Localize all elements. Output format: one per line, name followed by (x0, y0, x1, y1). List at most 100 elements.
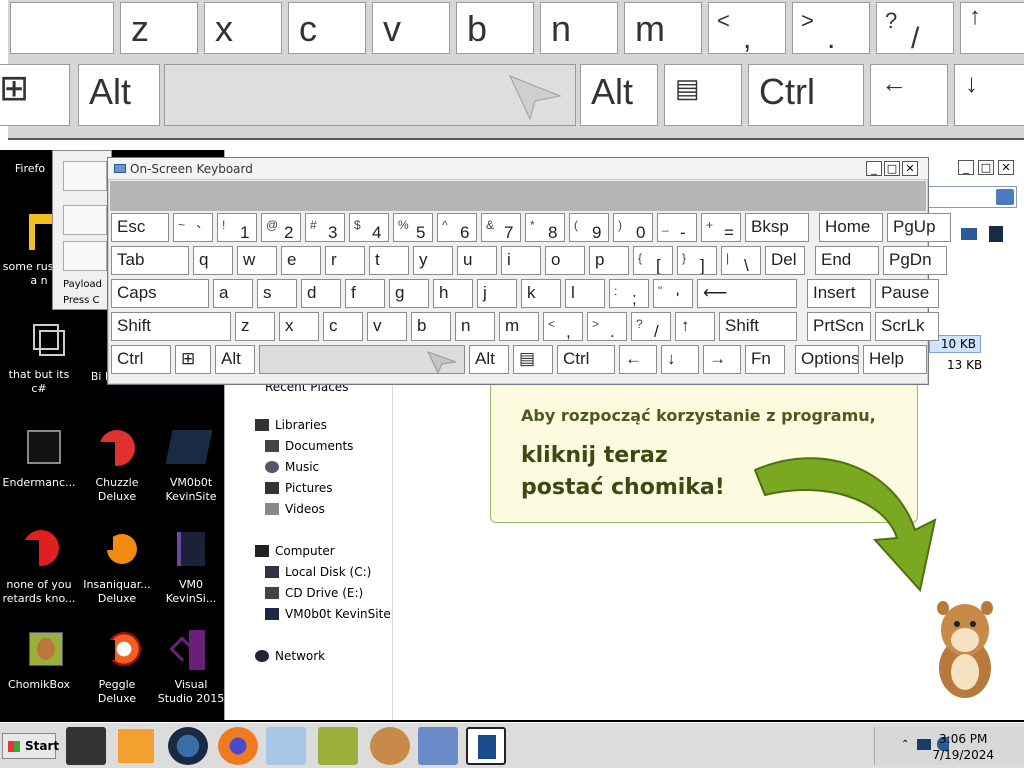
osk-key-del[interactable]: Del (765, 246, 805, 275)
osk-key-k[interactable]: k (521, 279, 561, 308)
osk-key-i[interactable]: i (501, 246, 541, 275)
big-key-comma[interactable]: < , (708, 2, 786, 54)
explorer-minimize-button[interactable]: _ (958, 160, 974, 175)
big-key-x[interactable]: x (204, 2, 282, 54)
osk-key-0-2[interactable]: ! 1 (217, 213, 257, 242)
osk-key-pgup[interactable]: PgUp (887, 213, 951, 242)
big-key-v[interactable]: v (372, 2, 450, 54)
osk-key-symbol[interactable]: ← (619, 345, 657, 374)
osk-key-1-13[interactable]: | \ (721, 246, 761, 275)
big-key-alt-left[interactable]: Alt (78, 64, 160, 126)
osk-key-home[interactable]: Home (819, 213, 883, 242)
big-key-slash[interactable]: ? / (876, 2, 954, 54)
osk-key-2-11[interactable]: " ' (653, 279, 693, 308)
preview-icon[interactable] (989, 226, 1003, 242)
osk-key-s[interactable]: s (257, 279, 297, 308)
osk-key-1-12[interactable]: }] (677, 246, 717, 275)
osk-key-c[interactable]: c (323, 312, 363, 341)
osk-key-0-4[interactable]: #3 (305, 213, 345, 242)
desktop-icon-none-of-you[interactable]: none of you retards kno... (0, 530, 78, 606)
osk-key-symbol[interactable]: → (703, 345, 741, 374)
osk-key-0-7[interactable]: ^ 6 (437, 213, 477, 242)
osk-key-g[interactable]: g (389, 279, 429, 308)
taskbar-app-terminal-icon[interactable] (66, 727, 106, 765)
big-key-b[interactable]: b (456, 2, 534, 54)
big-key-menu[interactable]: ▤ (664, 64, 742, 126)
osk-key-z[interactable]: z (235, 312, 275, 341)
osk-key-n[interactable]: n (455, 312, 495, 341)
tray-network-icon[interactable] (917, 739, 931, 750)
osk-key-help[interactable]: Help (863, 345, 927, 374)
osk-key-u[interactable]: u (457, 246, 497, 275)
osk-key-symbol[interactable]: ↓ (661, 345, 699, 374)
desktop-icon-visual-studio[interactable]: Visual Studio 2015 (156, 630, 226, 706)
osk-key-symbol[interactable]: ⟵ (697, 279, 797, 308)
big-key-up[interactable]: ↑ (960, 2, 1024, 54)
osk-key-fn[interactable]: Fn (745, 345, 785, 374)
nav-pictures[interactable]: Pictures (265, 481, 333, 495)
big-key-n[interactable]: n (540, 2, 618, 54)
start-button[interactable]: Start (2, 733, 59, 759)
osk-key-caps[interactable]: Caps (111, 279, 209, 308)
osk-key-o[interactable]: o (545, 246, 585, 275)
osk-minimize-button[interactable]: _ (866, 161, 882, 176)
osk-key-3-10[interactable]: ? / (631, 312, 671, 341)
nav-videos[interactable]: Videos (265, 502, 325, 516)
osk-key-3-9[interactable]: >. (587, 312, 627, 341)
taskbar-chomikbox-icon[interactable] (318, 727, 358, 765)
osk-key-0-6[interactable]: % 5 (393, 213, 433, 242)
taskbar-media-player-icon[interactable] (116, 727, 156, 765)
osk-key-ctrl[interactable]: Ctrl (111, 345, 171, 374)
big-key-period[interactable]: > . (792, 2, 870, 54)
desktop-icon-endermanc[interactable]: Endermanc... (0, 428, 78, 490)
explorer-maximize-button[interactable]: □ (978, 160, 994, 175)
osk-key-bksp[interactable]: Bksp (745, 213, 809, 242)
big-key-z[interactable]: z (120, 2, 198, 54)
osk-key-p[interactable]: p (589, 246, 629, 275)
taskbar-osk-icon[interactable] (418, 727, 458, 765)
osk-close-button[interactable]: ✕ (902, 161, 918, 176)
osk-key-symbol[interactable]: ▤ (513, 345, 553, 374)
dialog-button[interactable] (63, 241, 107, 271)
osk-key-0-1[interactable]: ~ ` (173, 213, 213, 242)
osk-key-1-11[interactable]: {[ (633, 246, 673, 275)
osk-key-pgdn[interactable]: PgDn (883, 246, 947, 275)
nav-computer[interactable]: Computer (255, 544, 335, 558)
nav-documents[interactable]: Documents (265, 439, 353, 453)
payload-dialog-window[interactable]: Payload Press C (52, 150, 112, 310)
desktop-icon-vm0b0t-kevinsite[interactable]: VM0b0t KevinSite (156, 428, 226, 504)
tray-chevron-up-icon[interactable]: ⌃ (901, 739, 909, 750)
osk-key-insert[interactable]: Insert (807, 279, 871, 308)
nav-vm0b0t-kevinsite[interactable]: VM0b0t KevinSite (265, 607, 391, 621)
osk-key-symbol[interactable]: ↑ (675, 312, 715, 341)
osk-key-0-12[interactable]: _ - (657, 213, 697, 242)
nav-cd-drive[interactable]: CD Drive (E:) (265, 586, 363, 600)
hamster-mascot-icon[interactable] (925, 590, 1005, 702)
taskbar-firefox-icon[interactable] (218, 727, 258, 765)
desktop-icon-peggle[interactable]: Peggle Deluxe (78, 630, 156, 706)
osk-key-shift[interactable]: Shift (719, 312, 797, 341)
osk-key-r[interactable]: r (325, 246, 365, 275)
osk-key-d[interactable]: d (301, 279, 341, 308)
osk-key-0-13[interactable]: + = (701, 213, 741, 242)
osk-key-e[interactable]: e (281, 246, 321, 275)
osk-key-0-8[interactable]: & 7 (481, 213, 521, 242)
big-key-win[interactable]: ⊞ (0, 64, 70, 126)
dialog-button[interactable] (63, 205, 107, 235)
taskbar-active-window-icon[interactable] (466, 727, 506, 765)
osk-key-h[interactable]: h (433, 279, 473, 308)
desktop-icon-firefox[interactable]: Firefo (0, 162, 60, 176)
search-icon[interactable] (996, 189, 1014, 205)
osk-key-a[interactable]: a (213, 279, 253, 308)
big-key-blank[interactable] (10, 2, 114, 54)
osk-titlebar[interactable]: On-Screen Keyboard _ □ ✕ (108, 158, 928, 180)
osk-key-0-11[interactable]: ) 0 (613, 213, 653, 242)
taskbar-explorer-icon[interactable] (266, 727, 306, 765)
osk-key-shift[interactable]: Shift (111, 312, 231, 341)
osk-key-q[interactable]: q (193, 246, 233, 275)
big-key-alt-right[interactable]: Alt (580, 64, 658, 126)
osk-key-m[interactable]: m (499, 312, 539, 341)
osk-key-symbol[interactable]: ⊞ (175, 345, 211, 374)
view-icon[interactable] (961, 228, 977, 240)
osk-key-j[interactable]: j (477, 279, 517, 308)
